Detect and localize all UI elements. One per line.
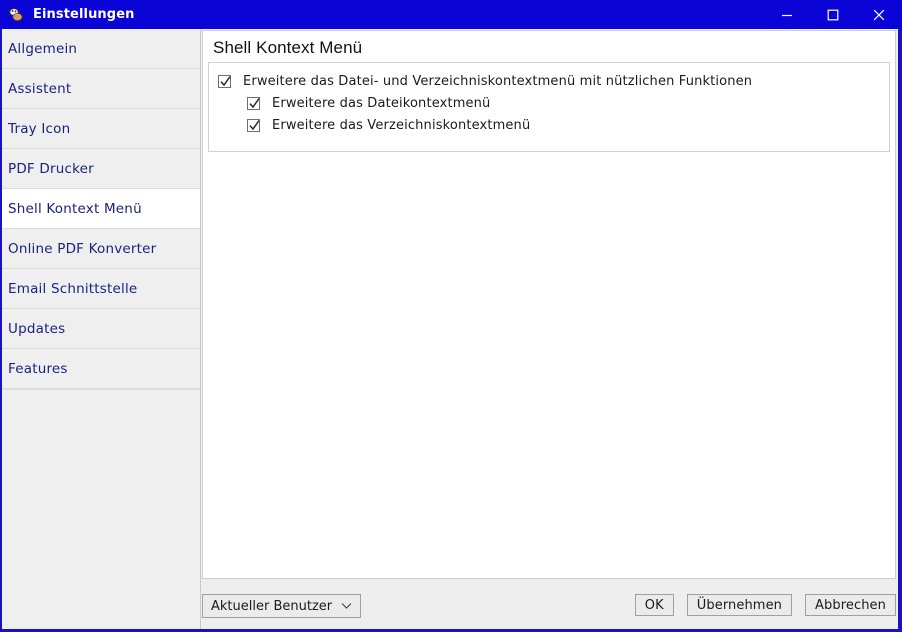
sidebar-item-shell-kontext-menue[interactable]: Shell Kontext Menü — [2, 189, 200, 229]
sidebar-item-label: Assistent — [8, 81, 71, 97]
maximize-icon[interactable] — [810, 0, 856, 29]
sidebar-item-label: Updates — [8, 321, 65, 337]
sidebar-item-tray-icon[interactable]: Tray Icon — [2, 109, 200, 149]
app-bug-icon — [7, 6, 25, 24]
checkbox-extend-file-and-folder-menu[interactable] — [218, 75, 231, 88]
close-icon[interactable] — [856, 0, 902, 29]
dialog-buttons: OK Übernehmen Abbrechen — [635, 594, 896, 616]
checkbox-extend-file-menu[interactable] — [247, 97, 260, 110]
checkbox-label: Erweitere das Dateikontextmenü — [272, 96, 490, 111]
checkbox-row-extend-folder-menu[interactable]: Erweitere das Verzeichniskontextmenü — [209, 111, 889, 133]
ok-button[interactable]: OK — [635, 594, 674, 616]
settings-sidebar: Allgemein Assistent Tray Icon PDF Drucke… — [2, 29, 201, 629]
sidebar-item-assistent[interactable]: Assistent — [2, 69, 200, 109]
checkbox-row-extend-file-and-folder-menu[interactable]: Erweitere das Datei- und Verzeichniskont… — [209, 63, 889, 89]
checkbox-label: Erweitere das Datei- und Verzeichniskont… — [243, 74, 752, 89]
settings-window: Einstellungen Allgemein — [0, 0, 902, 632]
page-title: Shell Kontext Menü — [203, 31, 895, 58]
cancel-button[interactable]: Abbrechen — [805, 594, 896, 616]
checkbox-label: Erweitere das Verzeichniskontextmenü — [272, 118, 530, 133]
sidebar-item-online-pdf-konverter[interactable]: Online PDF Konverter — [2, 229, 200, 269]
sidebar-empty-area — [2, 389, 200, 590]
sidebar-item-allgemein[interactable]: Allgemein — [2, 29, 200, 69]
shell-context-menu-groupbox: Erweitere das Datei- und Verzeichniskont… — [208, 62, 890, 152]
apply-button[interactable]: Übernehmen — [687, 594, 792, 616]
sidebar-item-label: Tray Icon — [8, 121, 70, 137]
sidebar-item-label: Email Schnittstelle — [8, 281, 137, 297]
sidebar-item-label: Online PDF Konverter — [8, 241, 156, 257]
checkbox-row-extend-file-menu[interactable]: Erweitere das Dateikontextmenü — [209, 89, 889, 111]
sidebar-item-features[interactable]: Features — [2, 349, 200, 389]
dialog-footer: Aktueller Benutzer OK Übernehmen Abbrech… — [202, 586, 896, 626]
scope-select[interactable]: Aktueller Benutzer — [202, 594, 361, 618]
chevron-down-icon — [341, 602, 352, 610]
sidebar-item-label: Features — [8, 361, 68, 377]
title-bar: Einstellungen — [0, 0, 902, 29]
sidebar-item-pdf-drucker[interactable]: PDF Drucker — [2, 149, 200, 189]
sidebar-item-label: Shell Kontext Menü — [8, 201, 142, 217]
minimize-icon[interactable] — [764, 0, 810, 29]
scope-select-value: Aktueller Benutzer — [211, 599, 332, 614]
checkbox-extend-folder-menu[interactable] — [247, 119, 260, 132]
sidebar-item-label: PDF Drucker — [8, 161, 94, 177]
sidebar-item-label: Allgemein — [8, 41, 77, 57]
sidebar-item-email-schnittstelle[interactable]: Email Schnittstelle — [2, 269, 200, 309]
settings-content-panel: Shell Kontext Menü Erweitere das Datei- … — [202, 30, 896, 579]
window-controls — [764, 0, 902, 29]
window-title: Einstellungen — [33, 7, 134, 22]
sidebar-item-updates[interactable]: Updates — [2, 309, 200, 349]
